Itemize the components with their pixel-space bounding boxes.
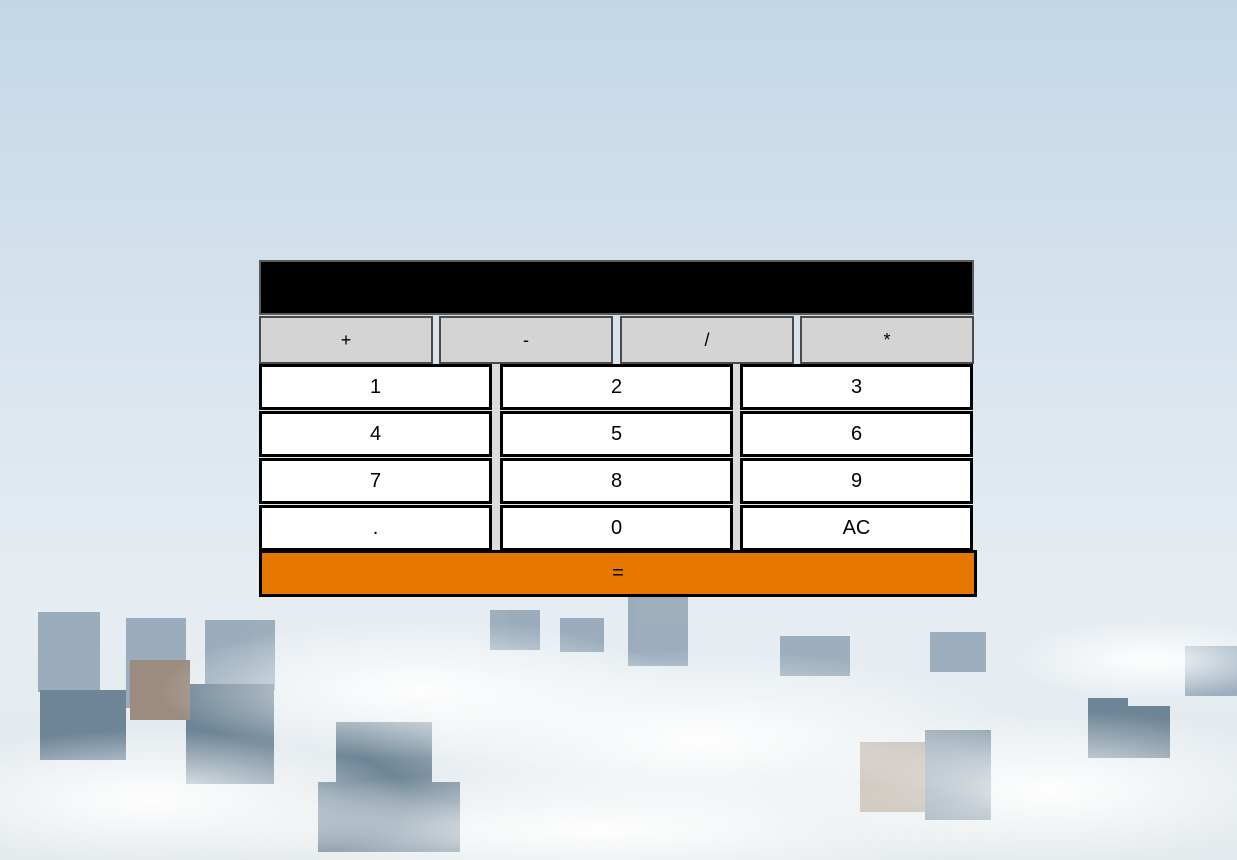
digit-9-button[interactable]: 9 [740,458,973,504]
equals-button[interactable]: = [259,550,977,597]
divide-button[interactable]: / [620,316,794,364]
digit-7-button[interactable]: 7 [259,458,492,504]
column-divider [732,364,740,550]
digit-8-button[interactable]: 8 [500,458,733,504]
add-button[interactable]: + [259,316,433,364]
subtract-button[interactable]: - [439,316,613,364]
digit-3-button[interactable]: 3 [740,364,973,410]
digit-4-button[interactable]: 4 [259,411,492,457]
all-clear-button[interactable]: AC [740,505,973,551]
digit-0-button[interactable]: 0 [500,505,733,551]
calculator-display [259,260,974,315]
digit-5-button[interactable]: 5 [500,411,733,457]
decimal-point-button[interactable]: . [259,505,492,551]
digit-6-button[interactable]: 6 [740,411,973,457]
digit-1-button[interactable]: 1 [259,364,492,410]
column-divider [492,364,500,550]
digit-2-button[interactable]: 2 [500,364,733,410]
multiply-button[interactable]: * [800,316,974,364]
